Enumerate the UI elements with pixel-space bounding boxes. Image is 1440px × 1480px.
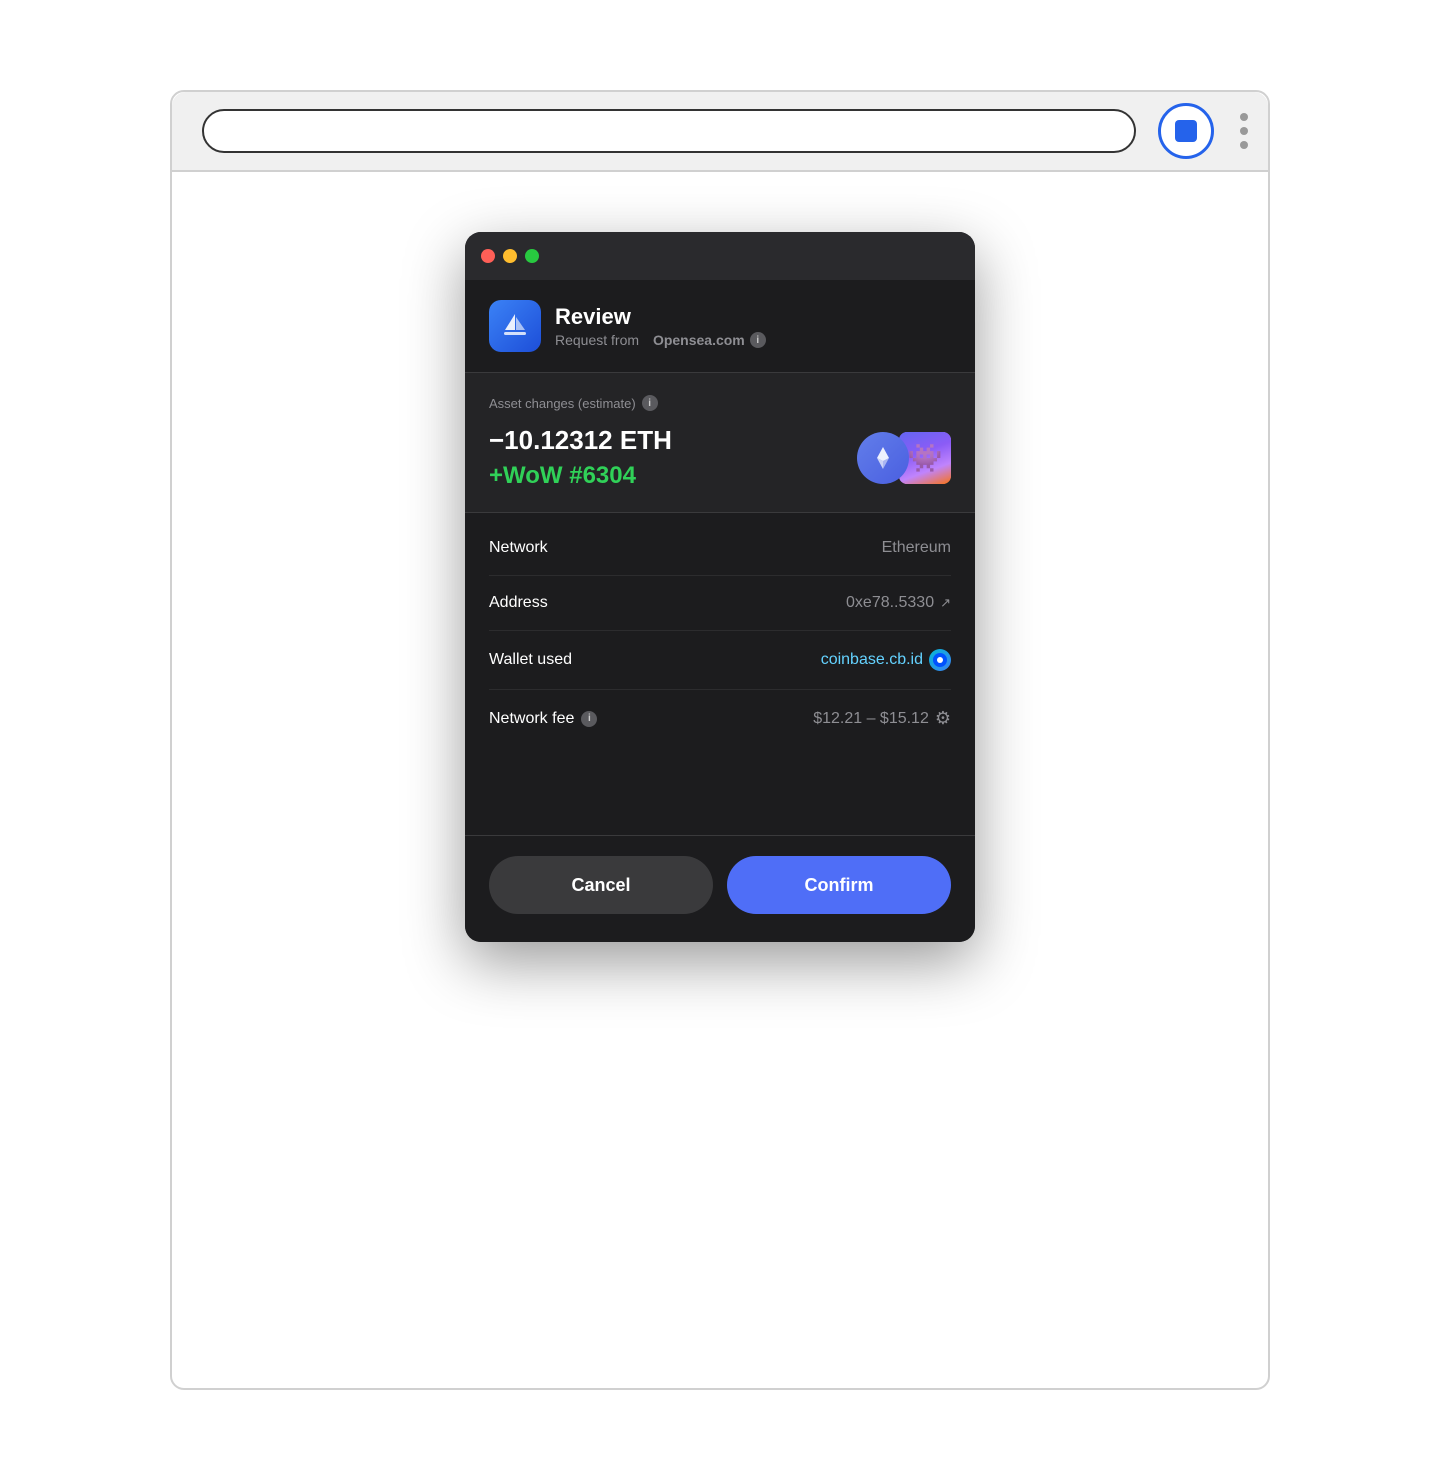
control-dot-2 (1240, 127, 1248, 135)
nft-amount: +WoW #6304 (489, 462, 672, 490)
external-link-icon[interactable]: ↗ (940, 595, 951, 611)
control-dot-3 (1240, 141, 1248, 149)
review-title: Review (555, 304, 766, 330)
confirm-button[interactable]: Confirm (727, 856, 951, 914)
asset-section: Asset changes (estimate) i −10.12312 ETH… (465, 373, 975, 513)
browser-controls (1240, 113, 1248, 149)
fee-label: Network fee i (489, 710, 597, 728)
details-section: Network Ethereum Address 0xe78..5330 ↗ W… (465, 513, 975, 755)
network-value: Ethereum (882, 539, 951, 557)
fee-settings-icon[interactable]: ⚙ (935, 708, 951, 729)
asset-info-icon[interactable]: i (642, 395, 658, 411)
browser-titlebar (172, 92, 1268, 172)
eth-icon (857, 432, 909, 484)
asset-label: Asset changes (estimate) i (489, 395, 951, 411)
control-dot-1 (1240, 113, 1248, 121)
address-value: 0xe78..5330 ↗ (846, 594, 951, 612)
wallet-avatar (929, 649, 951, 671)
wallet-row: Wallet used coinbase.cb.id (489, 631, 951, 690)
record-button[interactable] (1158, 103, 1214, 159)
close-button[interactable] (481, 249, 495, 263)
maximize-button[interactable] (525, 249, 539, 263)
request-subtitle: Request from Opensea.com i (555, 332, 766, 348)
address-label: Address (489, 594, 548, 612)
minimize-button[interactable] (503, 249, 517, 263)
app-icon (489, 300, 541, 352)
popup-header: Review Request from Opensea.com i (465, 280, 975, 373)
opensea-icon (499, 310, 531, 342)
info-icon[interactable]: i (750, 332, 766, 348)
cancel-button[interactable]: Cancel (489, 856, 713, 914)
browser-content: Review Request from Opensea.com i Asset … (172, 172, 1268, 1388)
empty-space (465, 755, 975, 835)
browser-frame: Review Request from Opensea.com i Asset … (170, 90, 1270, 1390)
header-text: Review Request from Opensea.com i (555, 304, 766, 348)
address-bar[interactable] (202, 109, 1136, 153)
popup-titlebar (465, 232, 975, 280)
network-row: Network Ethereum (489, 521, 951, 576)
wallet-popup: Review Request from Opensea.com i Asset … (465, 232, 975, 942)
network-label: Network (489, 539, 548, 557)
eth-amount: −10.12312 ETH (489, 425, 672, 456)
asset-icons (857, 432, 951, 484)
wallet-value: coinbase.cb.id (821, 649, 951, 671)
wallet-label: Wallet used (489, 651, 572, 669)
popup-footer: Cancel Confirm (465, 835, 975, 942)
asset-amounts: −10.12312 ETH +WoW #6304 (489, 425, 672, 490)
fee-info-icon[interactable]: i (581, 711, 597, 727)
record-icon (1175, 120, 1197, 142)
coinbase-icon (933, 653, 947, 667)
asset-row: −10.12312 ETH +WoW #6304 (489, 425, 951, 490)
fee-row: Network fee i $12.21 – $15.12 ⚙ (489, 690, 951, 747)
ethereum-diamond-icon (869, 444, 897, 472)
address-row: Address 0xe78..5330 ↗ (489, 576, 951, 631)
request-source: Opensea.com (653, 332, 745, 348)
fee-value: $12.21 – $15.12 ⚙ (813, 708, 951, 729)
request-from-label: Request from (555, 332, 639, 348)
